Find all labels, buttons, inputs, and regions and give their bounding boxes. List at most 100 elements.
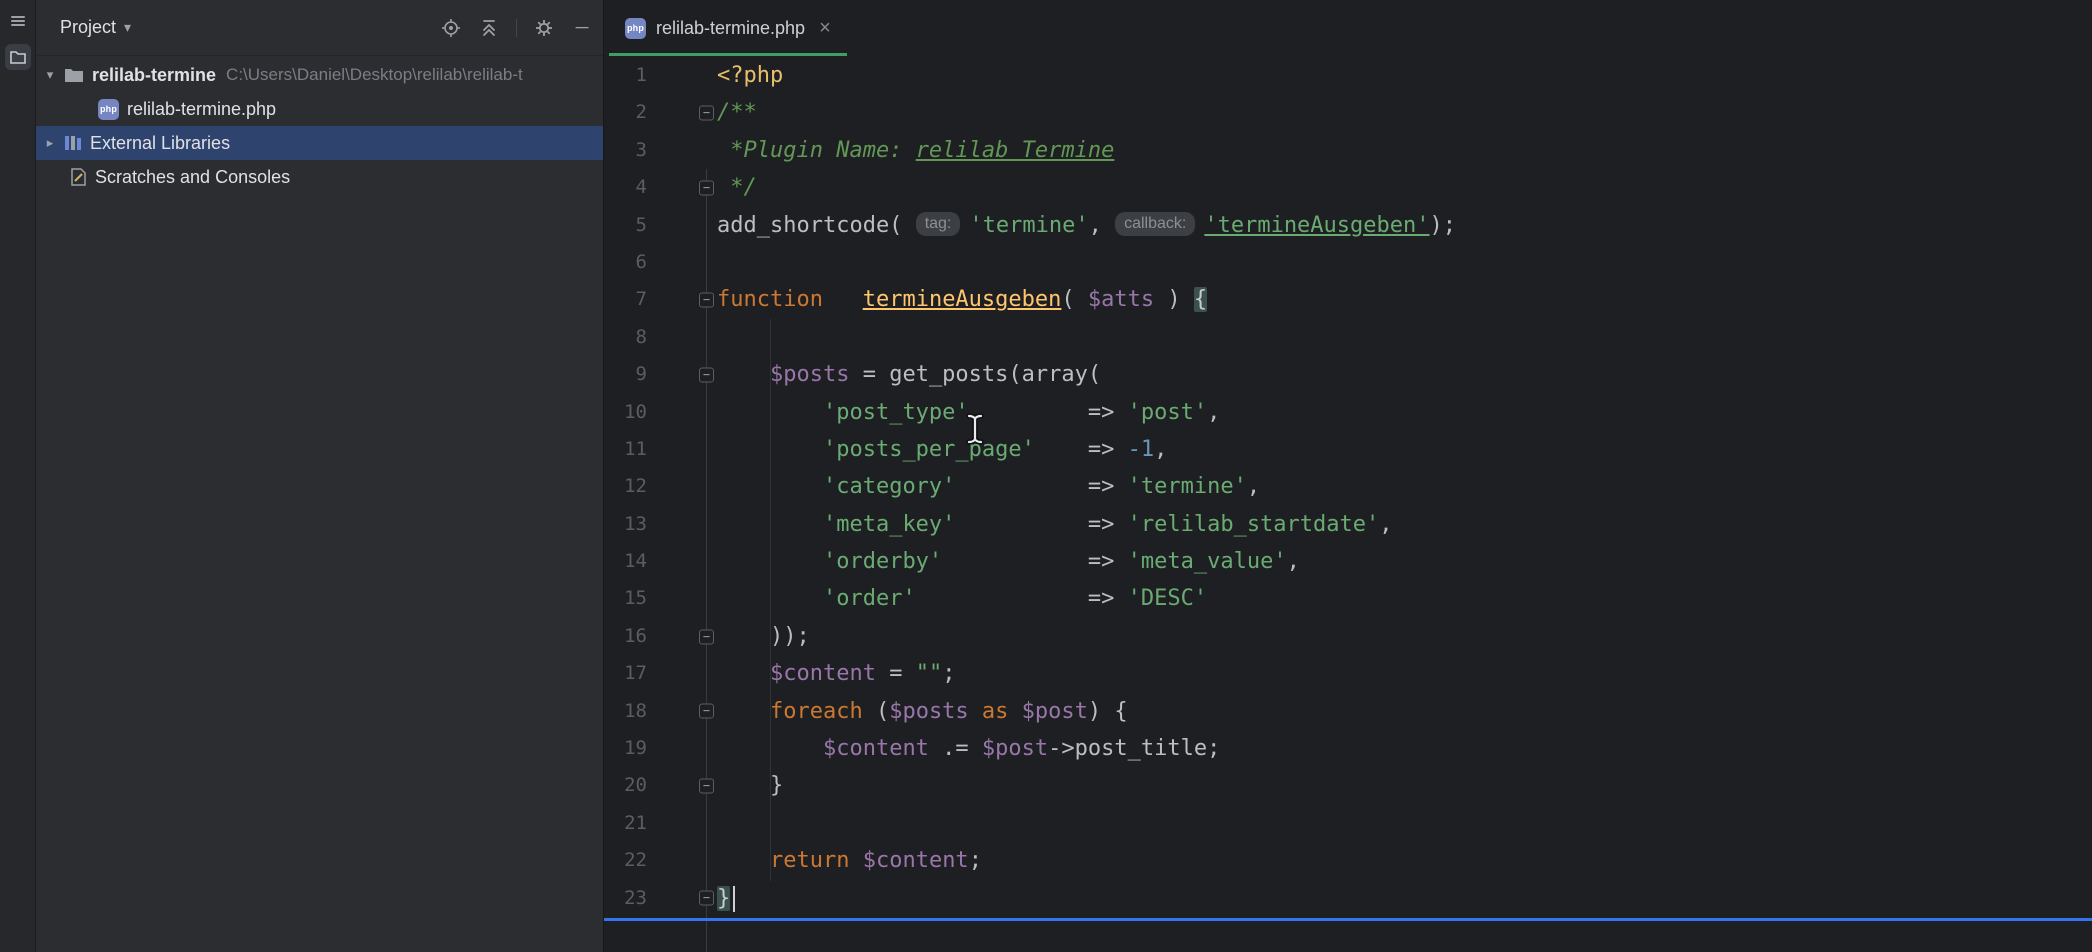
line-number: 12 <box>604 468 647 505</box>
main-menu-icon[interactable] <box>5 8 31 34</box>
gutter-fold-column <box>647 580 717 617</box>
hide-panel-button[interactable]: ─ <box>571 17 593 39</box>
line-number: 5 <box>604 207 647 244</box>
gutter-fold-column: − <box>647 880 717 917</box>
line-number: 20 <box>604 767 647 804</box>
line-number: 11 <box>604 431 647 468</box>
parameter-hint: tag: <box>916 212 961 236</box>
text-caret <box>733 886 735 912</box>
code-line[interactable]: 17 $content = ""; <box>604 655 2092 692</box>
code-line[interactable]: 9− $posts = get_posts(array( <box>604 356 2092 393</box>
php-file-icon: php <box>625 18 646 39</box>
project-tree: ▾ relilab-termine C:\Users\Daniel\Deskto… <box>36 56 603 194</box>
line-number: 3 <box>604 132 647 169</box>
fold-start-icon[interactable]: − <box>699 106 714 121</box>
close-icon[interactable]: × <box>819 17 831 40</box>
code-line[interactable]: 22 return $content; <box>604 842 2092 879</box>
code-line[interactable]: 12 'category' => 'termine', <box>604 468 2092 505</box>
panel-title[interactable]: Project <box>60 17 116 38</box>
line-number: 13 <box>604 506 647 543</box>
code-line[interactable]: 13 'meta_key' => 'relilab_startdate', <box>604 506 2092 543</box>
gutter-fold-column <box>647 431 717 468</box>
fold-start-icon[interactable]: − <box>699 704 714 719</box>
code-text: 'post_type' => 'post', <box>717 394 1220 431</box>
line-number: 8 <box>604 319 647 356</box>
chevron-collapsed-icon[interactable]: ▸ <box>42 135 58 151</box>
fold-end-icon[interactable]: − <box>699 891 714 906</box>
editor-tab-bar: php relilab-termine.php × <box>604 0 2092 56</box>
code-line[interactable]: 2 −/** <box>604 94 2092 131</box>
gutter-fold-column: − <box>647 94 717 131</box>
code-line[interactable]: 11 'posts_per_page' => -1, <box>604 431 2092 468</box>
gutter-fold-column <box>647 207 717 244</box>
code-text: /** <box>717 94 757 131</box>
gutter-fold-column <box>647 57 717 94</box>
code-line[interactable]: 7 −function termineAusgeben( $atts ) { <box>604 281 2092 318</box>
line-number: 2 <box>604 94 647 131</box>
project-panel-header: Project ▾ ─ <box>36 0 603 56</box>
gutter-fold-column <box>647 506 717 543</box>
code-line[interactable]: 8 <box>604 319 2092 356</box>
code-line[interactable]: 16 − )); <box>604 618 2092 655</box>
gutter-fold-column: − <box>647 618 717 655</box>
code-line[interactable]: 3 *Plugin Name: relilab Termine <box>604 132 2092 169</box>
code-text: <?php <box>717 57 783 94</box>
collapse-all-button[interactable] <box>478 17 500 39</box>
locate-file-button[interactable] <box>440 17 462 39</box>
project-root-path: C:\Users\Daniel\Desktop\relilab\relilab-… <box>226 65 523 85</box>
gutter-fold-column <box>647 319 717 356</box>
code-line[interactable]: 1 <?php <box>604 57 2092 94</box>
toolbar-separator <box>516 19 517 37</box>
code-line[interactable]: 4− */ <box>604 169 2092 206</box>
code-text: return $content; <box>717 842 982 879</box>
project-stripe-icon[interactable] <box>5 44 31 70</box>
code-line[interactable]: 15 'order' => 'DESC' <box>604 580 2092 617</box>
code-line[interactable]: 18− foreach ($posts as $post) { <box>604 693 2092 730</box>
code-editor[interactable]: 1<?php2−/**3 *Plugin Name: relilab Termi… <box>604 56 2092 952</box>
code-text: function termineAusgeben( $atts ) { <box>717 281 1207 318</box>
code-line[interactable]: 19 $content .= $post->post_title; <box>604 730 2092 767</box>
line-number: 9 <box>604 356 647 393</box>
code-line[interactable]: 14 'orderby' => 'meta_value', <box>604 543 2092 580</box>
code-line[interactable]: 23−} <box>604 880 2092 917</box>
fold-start-icon[interactable]: − <box>699 367 714 382</box>
code-text: )); <box>717 618 810 655</box>
fold-end-icon[interactable]: − <box>699 779 714 794</box>
fold-start-icon[interactable]: − <box>699 293 714 308</box>
ide-window: Project ▾ ─ ▾ <box>0 0 2092 952</box>
gutter-fold-column <box>647 543 717 580</box>
line-number: 7 <box>604 281 647 318</box>
gutter-fold-column: − <box>647 693 717 730</box>
fold-end-icon[interactable]: − <box>699 629 714 644</box>
code-line[interactable]: 10 'post_type' => 'post', <box>604 394 2092 431</box>
line-number: 23 <box>604 880 647 917</box>
php-file-name: relilab-termine.php <box>127 99 276 120</box>
panel-toolbar: ─ <box>440 17 593 39</box>
line-number: 16 <box>604 618 647 655</box>
code-text: 'meta_key' => 'relilab_startdate', <box>717 506 1393 543</box>
tree-item-scratches[interactable]: Scratches and Consoles <box>36 160 603 194</box>
tab-relilab-termine-php[interactable]: php relilab-termine.php × <box>609 0 847 56</box>
line-number: 1 <box>604 57 647 94</box>
gutter-fold-column <box>647 394 717 431</box>
tree-item-php-file[interactable]: php relilab-termine.php <box>36 92 603 126</box>
line-number: 4 <box>604 169 647 206</box>
tree-item-project-root[interactable]: ▾ relilab-termine C:\Users\Daniel\Deskto… <box>36 58 603 92</box>
code-line[interactable]: 21 <box>604 805 2092 842</box>
code-line[interactable]: 5add_shortcode( tag:'termine', callback:… <box>604 207 2092 244</box>
chevron-down-icon[interactable]: ▾ <box>124 19 131 36</box>
external-libraries-label: External Libraries <box>90 133 230 154</box>
tree-item-external-libraries[interactable]: ▸ External Libraries <box>36 126 603 160</box>
fold-end-icon[interactable]: − <box>699 180 714 195</box>
parameter-hint: callback: <box>1115 212 1195 236</box>
code-line[interactable]: 6 <box>604 244 2092 281</box>
code-lines: 1<?php2−/**3 *Plugin Name: relilab Termi… <box>604 57 2092 917</box>
code-line[interactable]: 20 − } <box>604 767 2092 804</box>
gutter-fold-column: − <box>647 281 717 318</box>
editor-area: php relilab-termine.php × 1<?php2−/**3 *… <box>603 0 2092 952</box>
line-number: 22 <box>604 842 647 879</box>
project-panel: Project ▾ ─ ▾ <box>36 0 603 952</box>
code-text: } <box>717 767 783 804</box>
settings-gear-icon[interactable] <box>533 17 555 39</box>
chevron-expanded-icon[interactable]: ▾ <box>42 67 58 83</box>
